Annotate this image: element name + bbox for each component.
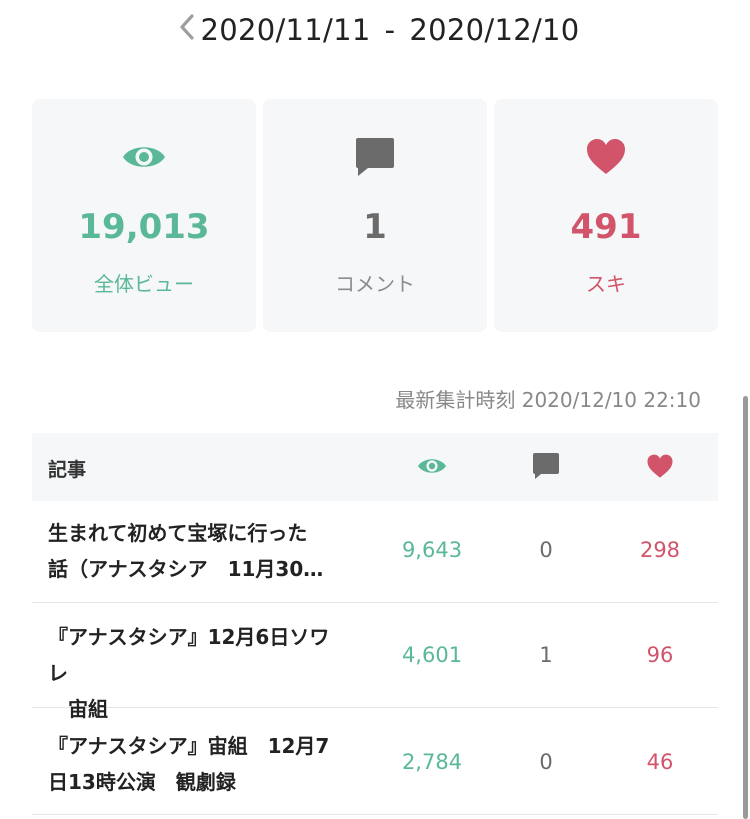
row-likes: 298 [639, 538, 681, 562]
period-header: 2020/11/11-2020/12/10 [0, 0, 750, 60]
summary-cards: 19,013 全体ビュー 1 コメント 491 スキ [32, 99, 718, 332]
likes-column-heart-icon[interactable] [646, 454, 674, 483]
article-title-line: 『アナスタシア』宙組 12月7 [48, 734, 330, 758]
article-title-line: 話（アナスタシア 11月30… [48, 557, 324, 581]
row-views: 9,643 [401, 538, 463, 562]
views-label: 全体ビュー [94, 272, 194, 296]
views-card: 19,013 全体ビュー [32, 99, 256, 332]
last-updated: 最新集計時刻 2020/12/10 22:10 [395, 388, 701, 412]
eye-icon [121, 137, 167, 177]
row-likes: 96 [646, 643, 674, 667]
row-views: 4,601 [401, 643, 463, 667]
views-total: 19,013 [78, 207, 210, 247]
views-column-eye-icon[interactable] [417, 456, 447, 480]
row-views: 2,784 [401, 750, 463, 774]
period-range: 2020/11/11-2020/12/10 [200, 13, 579, 47]
article-title-line: 日13時公演 観劇録 [48, 770, 236, 794]
table-row[interactable]: 『アナスタシア』宙組 12月7 日13時公演 観劇録 2,784 0 46 [32, 708, 718, 815]
article-title[interactable]: 生まれて初めて宝塚に行った 話（アナスタシア 11月30… [48, 515, 348, 587]
comments-column-comment-icon[interactable] [532, 452, 560, 484]
end-date: 2020/12/10 [409, 13, 580, 47]
article-title-line: 生まれて初めて宝塚に行った [48, 521, 308, 545]
likes-total: 491 [570, 207, 642, 247]
scrollbar[interactable] [743, 396, 748, 819]
back-chevron-icon[interactable] [172, 12, 202, 42]
row-comments: 1 [539, 643, 553, 667]
table-header: 記事 [32, 433, 718, 501]
article-title-line: 『アナスタシア』12月6日ソワレ [48, 625, 330, 685]
comments-label: コメント [335, 272, 415, 296]
start-date: 2020/11/11 [200, 13, 371, 47]
heart-icon [585, 137, 627, 177]
table-row[interactable]: 『アナスタシア』12月6日ソワレ 宙組 4,601 1 96 [32, 603, 718, 721]
row-likes: 46 [646, 750, 674, 774]
comments-card: 1 コメント [263, 99, 487, 332]
table-row[interactable]: 生まれて初めて宝塚に行った 話（アナスタシア 11月30… 9,643 0 29… [32, 501, 718, 603]
column-header-article: 記事 [48, 459, 87, 481]
comment-icon [354, 137, 396, 177]
articles-table: 記事 生まれて初めて宝塚に行った 話（アナスタシア 11月30… 9,643 0… [32, 433, 718, 815]
row-comments: 0 [539, 538, 553, 562]
date-separator: - [384, 13, 396, 47]
row-comments: 0 [539, 750, 553, 774]
likes-card: 491 スキ [494, 99, 718, 332]
comments-total: 1 [363, 207, 387, 247]
article-title[interactable]: 『アナスタシア』宙組 12月7 日13時公演 観劇録 [48, 728, 348, 800]
likes-label: スキ [586, 272, 626, 296]
